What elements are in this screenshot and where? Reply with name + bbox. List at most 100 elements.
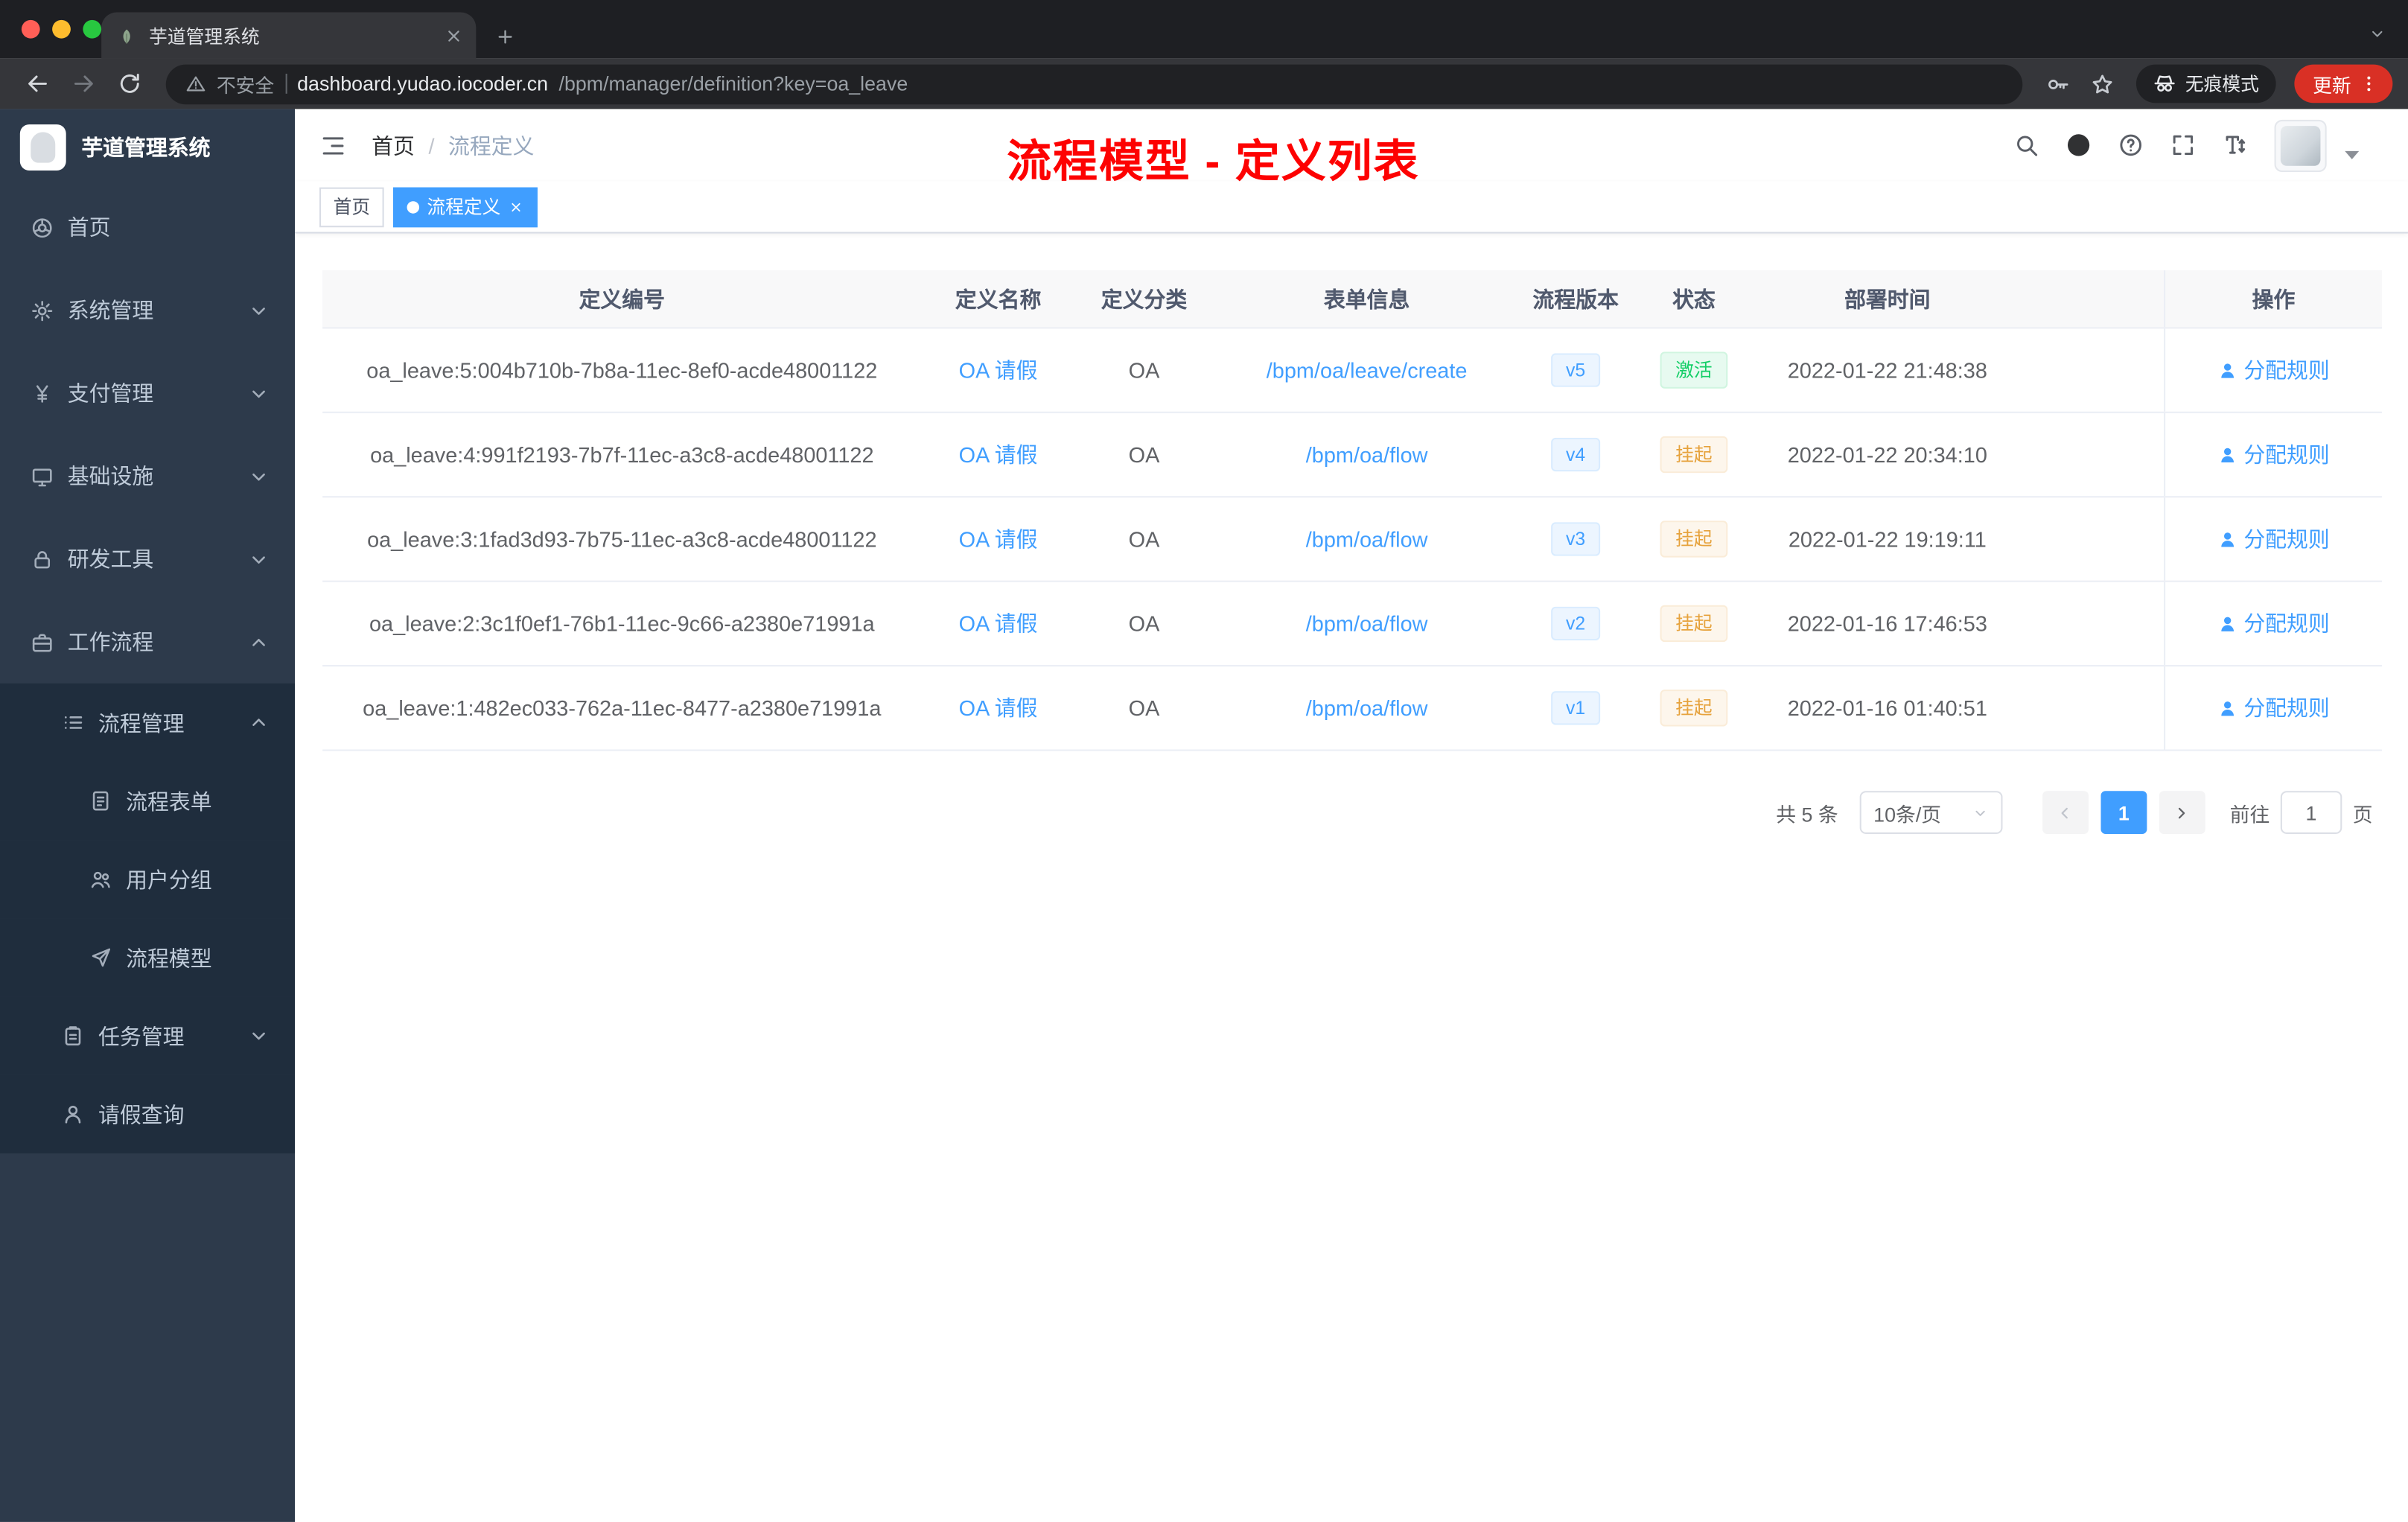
yen-icon xyxy=(31,382,54,405)
help-icon[interactable] xyxy=(2118,132,2144,158)
key-icon[interactable] xyxy=(2038,71,2080,96)
sidebar-item-infrastructure[interactable]: 基础设施 xyxy=(0,435,295,518)
sidebar-item-payment-management[interactable]: 支付管理 xyxy=(0,351,295,434)
form-info-link[interactable]: /bpm/oa/flow xyxy=(1306,526,1428,551)
assign-rule-link[interactable]: 分配规则 xyxy=(2243,439,2330,470)
version-badge: v1 xyxy=(1550,691,1601,725)
chevron-down-icon xyxy=(247,299,270,322)
definition-name-link[interactable]: OA 请假 xyxy=(959,611,1038,636)
sidebar-item-label: 流程模型 xyxy=(126,945,212,970)
row-actions: 分配规则 xyxy=(2164,328,2382,412)
fullscreen-icon[interactable] xyxy=(2170,132,2196,158)
definition-name-link[interactable]: OA 请假 xyxy=(959,526,1038,551)
version-badge: v4 xyxy=(1550,437,1601,472)
tab-search-chevron-icon[interactable] xyxy=(2368,25,2386,43)
table-row: oa_leave:4:991f2193-7b7f-11ec-a3c8-acde4… xyxy=(322,413,2382,498)
sidebar-item-system-management[interactable]: 系统管理 xyxy=(0,269,295,351)
zoom-window-button[interactable] xyxy=(83,19,102,39)
breadcrumb-home[interactable]: 首页 xyxy=(372,130,415,160)
definition-category: OA xyxy=(1128,611,1160,636)
column-header: 状态 xyxy=(1672,286,1716,311)
tag-process-definition[interactable]: 流程定义 xyxy=(393,186,538,227)
minimize-window-button[interactable] xyxy=(52,19,71,39)
window-controls xyxy=(21,19,102,39)
definition-id: oa_leave:3:1fad3d93-7b75-11ec-a3c8-acde4… xyxy=(367,526,877,552)
sidebar-toggle-icon[interactable] xyxy=(319,131,347,159)
current-page-button[interactable]: 1 xyxy=(2100,791,2147,834)
deploy-time: 2022-01-22 20:34:10 xyxy=(1787,442,1987,467)
person-icon xyxy=(62,1103,85,1126)
assign-rule-link[interactable]: 分配规则 xyxy=(2243,523,2330,554)
github-icon[interactable] xyxy=(2065,132,2092,158)
users-icon xyxy=(89,867,112,891)
assign-rule-link[interactable]: 分配规则 xyxy=(2243,354,2330,385)
chevron-up-icon xyxy=(247,711,270,734)
clipboard-icon xyxy=(62,1025,85,1048)
tag-label: 首页 xyxy=(333,197,371,218)
sidebar-item-label: 基础设施 xyxy=(67,463,154,488)
screenshot-root: 芋道管理系统 不安全 dashboard.yudao.iocoder.cn/bp… xyxy=(0,0,2408,1522)
tags-view: 首页 流程定义 xyxy=(295,181,2408,234)
sidebar: 芋道管理系统 首页 系统管理 支付管理基础设施研发工具 工作流程流程管理流程表单 用户分… xyxy=(0,109,295,1522)
pagination: 共 5 条 10条/页 1 前往 页 xyxy=(295,791,2373,834)
sidebar-item-process-management[interactable]: 流程管理 xyxy=(0,683,295,762)
form-info-link[interactable]: /bpm/oa/leave/create xyxy=(1267,358,1468,383)
assign-rule-link[interactable]: 分配规则 xyxy=(2243,608,2330,639)
form-info-link[interactable]: /bpm/oa/flow xyxy=(1306,611,1428,636)
tag-close-icon[interactable] xyxy=(509,199,524,214)
sidebar-item-process-model[interactable]: 流程模型 xyxy=(0,918,295,997)
definition-name-link[interactable]: OA 请假 xyxy=(959,358,1038,383)
forward-button[interactable] xyxy=(62,63,105,106)
sidebar-item-user-group[interactable]: 用户分组 xyxy=(0,840,295,919)
table-row: oa_leave:2:3c1f0ef1-76b1-11ec-9c66-a2380… xyxy=(322,582,2382,667)
font-size-icon[interactable] xyxy=(2222,132,2248,158)
chevron-down-icon xyxy=(1972,804,1989,821)
bookmark-star-icon[interactable] xyxy=(2083,71,2124,96)
prev-page-button[interactable] xyxy=(2042,791,2089,834)
table-row: oa_leave:5:004b710b-7b8a-11ec-8ef0-acde4… xyxy=(322,328,2382,413)
url-host: dashboard.yudao.iocoder.cn xyxy=(297,71,549,95)
breadcrumb-separator: / xyxy=(428,133,435,158)
definition-category: OA xyxy=(1128,357,1160,383)
chevron-down-icon xyxy=(247,1025,270,1048)
definition-name-link[interactable]: OA 请假 xyxy=(959,442,1038,467)
search-icon[interactable] xyxy=(2013,132,2039,158)
sidebar-item-label: 流程管理 xyxy=(98,710,185,735)
user-icon xyxy=(2217,614,2237,634)
new-tab-button[interactable] xyxy=(494,26,516,48)
sidebar-item-task-management[interactable]: 任务管理 xyxy=(0,996,295,1075)
close-window-button[interactable] xyxy=(21,19,40,39)
column-header: 定义分类 xyxy=(1101,286,1188,311)
avatar-caret-icon[interactable] xyxy=(2339,141,2365,167)
form-info-link[interactable]: /bpm/oa/flow xyxy=(1306,442,1428,467)
sidebar-item-process-form[interactable]: 流程表单 xyxy=(0,762,295,841)
goto-label: 前往 xyxy=(2229,802,2270,826)
next-page-button[interactable] xyxy=(2159,791,2205,834)
form-info-link[interactable]: /bpm/oa/flow xyxy=(1306,695,1428,720)
page-size-value: 10条/页 xyxy=(1873,802,1942,826)
avatar[interactable] xyxy=(2274,118,2327,171)
update-button[interactable]: 更新 xyxy=(2294,64,2393,104)
sidebar-item-dev-tools[interactable]: 研发工具 xyxy=(0,518,295,600)
page-size-select[interactable]: 10条/页 xyxy=(1859,791,2003,834)
definition-id: oa_leave:2:3c1f0ef1-76b1-11ec-9c66-a2380… xyxy=(369,611,875,636)
logo-title: 芋道管理系统 xyxy=(81,135,211,160)
browser-tab[interactable]: 芋道管理系统 xyxy=(101,12,477,59)
logo-avatar xyxy=(19,124,66,171)
address-bar[interactable]: 不安全 dashboard.yudao.iocoder.cn/bpm/manag… xyxy=(165,63,2023,104)
definition-name-link[interactable]: OA 请假 xyxy=(959,695,1038,720)
definition-table: 定义编号 定义名称 定义分类 表单信息 流程版本 状态 部署时间 操作 oa_leave:5:… xyxy=(322,270,2382,751)
reload-button[interactable] xyxy=(107,63,150,106)
table-row: oa_leave:3:1fad3d93-7b75-11ec-a3c8-acde4… xyxy=(322,497,2382,582)
sidebar-item-leave-query[interactable]: 请假查询 xyxy=(0,1074,295,1153)
sidebar-item-home[interactable]: 首页 xyxy=(0,186,295,269)
not-secure-warning-icon xyxy=(186,74,206,94)
back-button[interactable] xyxy=(16,63,59,106)
tab-close-icon[interactable] xyxy=(444,25,464,45)
assign-rule-link[interactable]: 分配规则 xyxy=(2243,692,2330,723)
goto-page-input[interactable] xyxy=(2280,791,2342,834)
sidebar-item-workflow[interactable]: 工作流程 xyxy=(0,600,295,683)
browser-menu-kebab-icon[interactable] xyxy=(2359,74,2379,94)
column-header: 部署时间 xyxy=(1844,286,1931,311)
tag-home[interactable]: 首页 xyxy=(319,186,384,227)
